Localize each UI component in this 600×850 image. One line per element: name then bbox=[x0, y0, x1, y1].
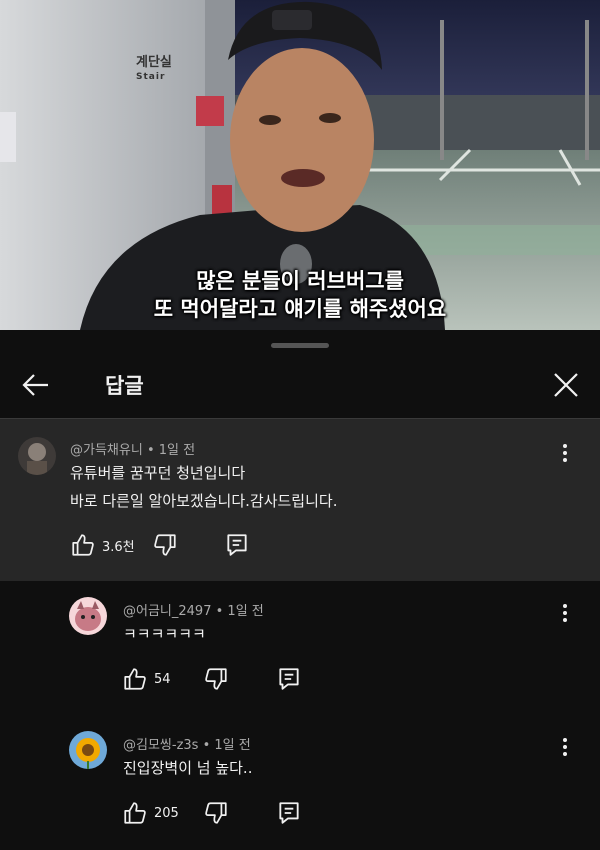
stair-sign-ko: 계단실 bbox=[136, 55, 172, 70]
avatar[interactable] bbox=[69, 731, 107, 769]
like-count: 54 bbox=[154, 671, 171, 687]
highlighted-comment: @가득채유니 • 1일 전 유튜버를 꿈꾸던 청년입니다 바로 다른일 알아보겠… bbox=[0, 419, 600, 581]
comment-text: 진입장벽이 넘 높다.. bbox=[123, 754, 252, 782]
more-vert-icon bbox=[555, 444, 575, 462]
more-vert-icon bbox=[555, 738, 575, 756]
comment-line: 유튜버를 꿈꾸던 청년입니다 bbox=[70, 464, 246, 482]
more-options-button[interactable] bbox=[555, 735, 575, 763]
dislike-button[interactable] bbox=[203, 800, 229, 826]
video-subtitle-line1: 많은 분들이 러브버그를 bbox=[196, 269, 404, 293]
reply-icon bbox=[227, 534, 247, 556]
comment-meta: @김모씽-z3s • 1일 전 bbox=[123, 734, 251, 753]
meta-separator: • bbox=[215, 604, 224, 619]
comment-line: 진입장벽이 넘 높다.. bbox=[123, 759, 253, 777]
replies-header: 답글 bbox=[0, 350, 600, 418]
comment-text: ㅋㅋㅋㅋㅋㅋ bbox=[123, 620, 206, 648]
reply-item: @김모씽-z3s • 1일 전 진입장벽이 넘 높다.. 205 bbox=[0, 715, 600, 850]
thumb-up-icon bbox=[72, 534, 94, 556]
video-subtitle-line2: 또 먹어달라고 얘기를 해주셨어요 bbox=[153, 297, 447, 321]
reply-item: @어금니_2497 • 1일 전 ㅋㅋㅋㅋㅋㅋ 54 bbox=[0, 581, 600, 711]
like-button[interactable]: 3.6천 bbox=[70, 532, 135, 558]
thumb-up-icon bbox=[124, 668, 146, 690]
comment-time: 1일 전 bbox=[227, 604, 264, 619]
like-count: 3.6천 bbox=[102, 539, 135, 555]
sheet-drag-handle[interactable] bbox=[271, 343, 329, 348]
thumb-up-icon bbox=[124, 802, 146, 824]
back-arrow-icon bbox=[22, 374, 48, 396]
reply-button[interactable] bbox=[224, 532, 250, 558]
comment-time: 1일 전 bbox=[214, 738, 251, 753]
meta-separator: • bbox=[146, 443, 155, 458]
reply-icon bbox=[279, 802, 299, 824]
reply-button[interactable] bbox=[276, 666, 302, 692]
more-options-button[interactable] bbox=[555, 441, 575, 469]
more-options-button[interactable] bbox=[555, 601, 575, 629]
dislike-button[interactable] bbox=[152, 532, 178, 558]
avatar-image bbox=[69, 731, 107, 769]
comment-text: 유튜버를 꿈꾸던 청년입니다 바로 다른일 알아보겠습니다.감사드립니다. bbox=[70, 459, 337, 515]
meta-separator: • bbox=[202, 738, 211, 753]
dislike-button[interactable] bbox=[203, 666, 229, 692]
reply-icon bbox=[279, 668, 299, 690]
thumb-down-icon bbox=[205, 668, 227, 690]
back-button[interactable] bbox=[18, 367, 54, 403]
close-icon bbox=[554, 373, 578, 397]
comment-author[interactable]: @김모씽-z3s bbox=[123, 738, 198, 753]
comment-line: ㅋㅋㅋㅋㅋㅋ bbox=[123, 625, 206, 643]
comment-line: 바로 다른일 알아보겠습니다.감사드립니다. bbox=[70, 492, 338, 510]
avatar-image bbox=[18, 437, 56, 475]
video-player[interactable]: 계단실 Stair 많은 분들이 러브버그를 또 먹어달라고 얘기를 해주셨어요 bbox=[0, 0, 600, 330]
avatar[interactable] bbox=[69, 597, 107, 635]
like-button[interactable]: 54 bbox=[122, 666, 171, 692]
more-vert-icon bbox=[555, 604, 575, 622]
comment-author[interactable]: @어금니_2497 bbox=[123, 604, 211, 619]
stair-sign-en: Stair bbox=[136, 72, 166, 82]
avatar[interactable] bbox=[18, 437, 56, 475]
stair-sign: 계단실 Stair bbox=[136, 56, 172, 84]
replies-title: 답글 bbox=[105, 374, 144, 398]
avatar-image bbox=[69, 597, 107, 635]
comment-author[interactable]: @가득채유니 bbox=[70, 443, 143, 458]
like-button[interactable]: 205 bbox=[122, 800, 179, 826]
comment-time: 1일 전 bbox=[158, 443, 196, 458]
thumb-down-icon bbox=[205, 802, 227, 824]
reply-button[interactable] bbox=[276, 800, 302, 826]
comment-meta: @어금니_2497 • 1일 전 bbox=[123, 600, 264, 619]
close-button[interactable] bbox=[548, 367, 584, 403]
thumb-down-icon bbox=[154, 534, 176, 556]
comment-meta: @가득채유니 • 1일 전 bbox=[70, 439, 195, 458]
like-count: 205 bbox=[154, 805, 179, 821]
